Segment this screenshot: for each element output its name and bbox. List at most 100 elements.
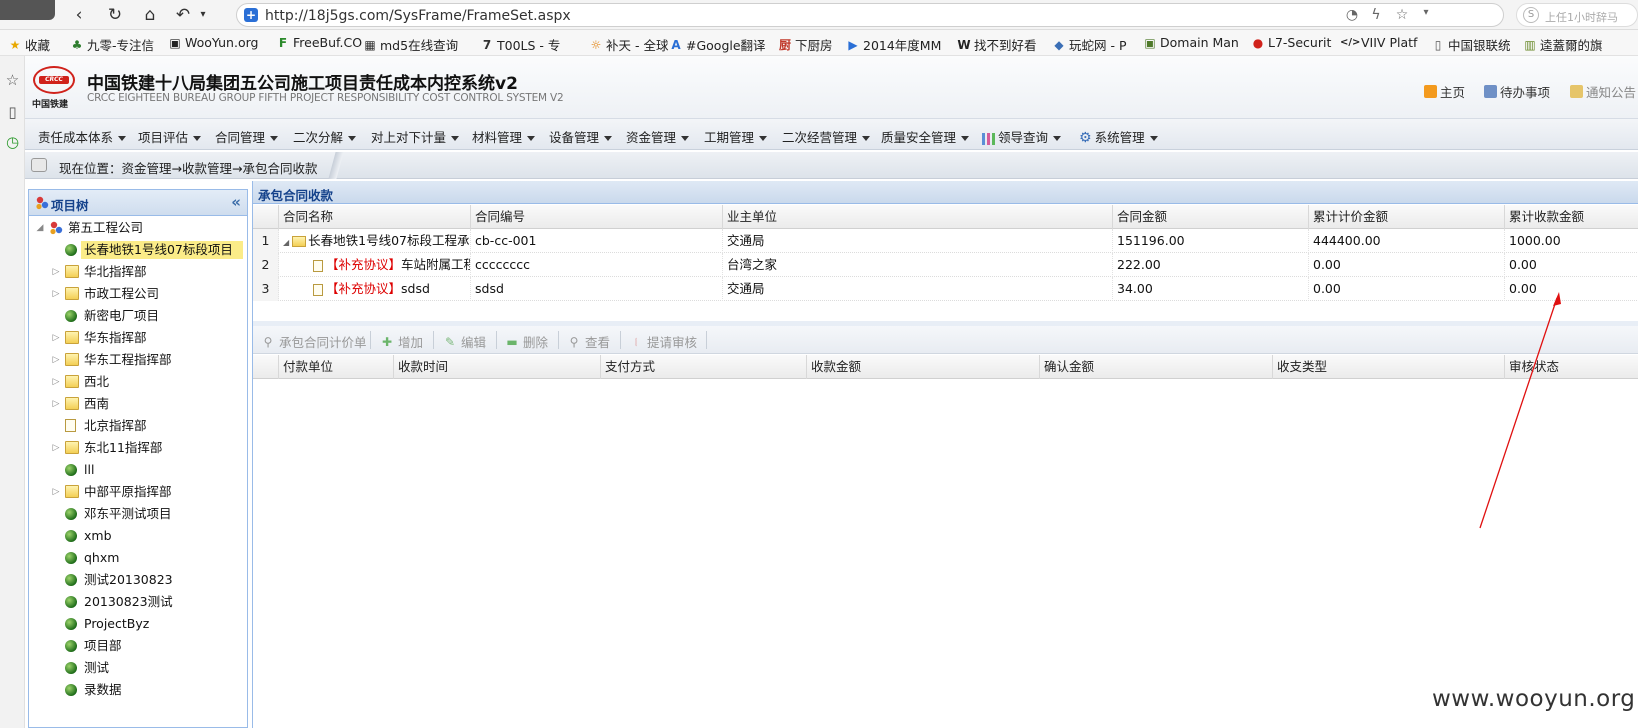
tree-node[interactable]: ◢ 第五工程公司 [29, 217, 247, 239]
valuation-button[interactable]: ⚲ 承包合同计价单 [261, 332, 367, 351]
speed-icon[interactable]: ◔ [1343, 7, 1361, 23]
undo-dropdown-icon[interactable]: ▾ [192, 4, 214, 26]
bookmark-item[interactable]: ♣ 九零-专注信 [70, 35, 154, 54]
tree-node[interactable]: ▷ 中部平原指挥部 [29, 481, 247, 503]
refresh-icon[interactable]: ↻ [104, 4, 126, 26]
expand-arrow-icon[interactable]: ▷ [51, 265, 61, 279]
menu-item[interactable]: 二次分解 [293, 127, 357, 146]
expand-arrow-icon[interactable]: ▷ [51, 375, 61, 389]
tree-node[interactable]: ▷ 东北11指挥部 [29, 437, 247, 459]
tree-node[interactable]: 长春地铁1号线07标段项目 [29, 239, 247, 261]
menu-item[interactable]: 设备管理 [549, 127, 613, 146]
menu-item[interactable]: 责任成本体系 [38, 127, 127, 146]
expand-arrow-icon[interactable]: ▷ [51, 485, 61, 499]
search-input[interactable]: 上任1小时辞马 [1545, 9, 1618, 25]
tree-node[interactable]: ▷ 华东工程指挥部 [29, 349, 247, 371]
menu-item[interactable]: 对上对下计量 [371, 127, 460, 146]
menu-item[interactable]: 项目评估 [138, 127, 202, 146]
column-header[interactable]: 审核状态 [1505, 355, 1638, 379]
column-header[interactable]: 付款单位 [279, 355, 394, 379]
bookmark-item[interactable]: ◆ 玩蛇网 - P [1052, 35, 1126, 54]
expand-arrow-icon[interactable]: ▷ [51, 287, 61, 301]
column-header[interactable]: 累计收款金额 [1505, 205, 1638, 229]
bookmark-item[interactable]: ▦ md5在线查询 [363, 35, 458, 54]
tree-node[interactable]: ProjectByz [29, 613, 247, 635]
bookmark-item[interactable]: ▯ 中国银联统 [1431, 35, 1511, 54]
menu-item[interactable]: 合同管理 [215, 127, 279, 146]
column-header[interactable]: 合同编号 [471, 205, 723, 229]
home-icon[interactable]: ⌂ [139, 4, 161, 26]
menu-item[interactable]: 领导查询 [982, 127, 1062, 146]
expanded-arrow-icon[interactable]: ◢ [35, 221, 45, 235]
tree-node[interactable]: ▷ 市政工程公司 [29, 283, 247, 305]
tree-node[interactable]: 测试20130823 [29, 569, 247, 591]
bookmark-item[interactable]: ▶ 2014年度MM [846, 35, 941, 54]
add-button[interactable]: ✚ 增加 [380, 332, 423, 351]
bookmark-item[interactable]: ☼ 补天 - 全球 [589, 35, 669, 54]
column-header[interactable]: 确认金额 [1040, 355, 1273, 379]
tree-node[interactable]: 20130823测试 [29, 591, 247, 613]
search-box[interactable]: S 上任1小时辞马 [1516, 3, 1638, 27]
bookmark-item[interactable]: ● L7-Securit [1251, 35, 1332, 50]
history-clock-icon[interactable]: ◷ [4, 134, 21, 151]
menu-item[interactable]: 材料管理 [472, 127, 536, 146]
menu-item[interactable]: 工期管理 [704, 127, 768, 146]
column-header[interactable]: 收支类型 [1273, 355, 1505, 379]
tree-node[interactable]: 北京指挥部 [29, 415, 247, 437]
bookmark-item[interactable]: </> VIIV Platf [1340, 35, 1417, 50]
tree-node[interactable]: xmb [29, 525, 247, 547]
column-header[interactable]: 收款时间 [394, 355, 601, 379]
expand-arrow-icon[interactable]: ▷ [51, 353, 61, 367]
tree-node[interactable]: 项目部 [29, 635, 247, 657]
table-row[interactable]: 1 ◢ 长春地铁1号线07标段工程承包 cb-cc-001 交通局 151196.00 44… [253, 229, 1638, 253]
browser-app-icon[interactable] [0, 0, 55, 20]
submit-review-button[interactable]: ⧙ 提请审核 [629, 332, 697, 351]
menu-item[interactable]: 资金管理 [626, 127, 690, 146]
expand-arrow-icon[interactable]: ▷ [51, 397, 61, 411]
column-header[interactable]: 合同金额 [1113, 205, 1309, 229]
tree-node[interactable]: ▷ 华东指挥部 [29, 327, 247, 349]
tree-node[interactable]: ▷ 华北指挥部 [29, 261, 247, 283]
expand-arrow-icon[interactable]: ▷ [51, 331, 61, 345]
column-header[interactable]: 支付方式 [601, 355, 807, 379]
back-icon[interactable]: ‹ [68, 4, 90, 26]
bookmark-item[interactable]: ▣ Domain Man [1143, 35, 1239, 50]
address-bar[interactable]: + http://18j5gs.com/SysFrame/FrameSet.as… [236, 3, 1504, 27]
tree-node[interactable]: 测试 [29, 657, 247, 679]
undo-icon[interactable]: ↶ [172, 4, 194, 26]
tablet-icon[interactable]: ▯ [4, 104, 21, 121]
expanded-arrow-icon[interactable]: ◢ [283, 238, 289, 247]
tree-node[interactable]: ▷ 西南 [29, 393, 247, 415]
column-header[interactable]: 累计计价金额 [1309, 205, 1505, 229]
view-button[interactable]: ⚲ 查看 [567, 332, 610, 351]
bookmark-item[interactable]: 7 T00LS - 专 [480, 35, 561, 54]
column-header[interactable]: 收款金额 [807, 355, 1040, 379]
home-link[interactable]: 主页 [1424, 82, 1465, 101]
bookmark-item[interactable]: ★ 收藏 [8, 35, 50, 54]
delete-button[interactable]: ▬ 删除 [505, 332, 548, 351]
menu-item[interactable]: 二次经营管理 [782, 127, 871, 146]
expand-arrow-icon[interactable]: ▷ [51, 441, 61, 455]
bookmark-item[interactable]: F FreeBuf.CO [276, 35, 362, 50]
notice-link[interactable]: 通知公告 [1570, 82, 1636, 101]
bookmark-item[interactable]: ▣ WooYun.org [168, 35, 258, 50]
tree-node[interactable]: 邓东平测试项目 [29, 503, 247, 525]
favorites-star-icon[interactable]: ☆ [4, 72, 21, 89]
url-text[interactable]: http://18j5gs.com/SysFrame/FrameSet.aspx [265, 8, 571, 24]
lightning-icon[interactable]: ϟ [1367, 7, 1385, 23]
collapse-icon[interactable]: « [231, 193, 241, 211]
tree-node[interactable]: lll [29, 459, 247, 481]
menu-item[interactable]: ⚙ 系统管理 [1079, 127, 1158, 146]
bookmark-item[interactable]: ▥ 逵蓋爾的旗 [1523, 35, 1602, 54]
column-header[interactable]: 业主单位 [723, 205, 1113, 229]
tree-node[interactable]: 录数据 [29, 679, 247, 701]
table-row[interactable]: 2 【补充协议】车站附属工程 cccccccc 台湾之家 222.00 0.00 0.00 [253, 253, 1638, 277]
bookmark-star-icon[interactable]: ☆ [1393, 7, 1411, 23]
address-dropdown-icon[interactable]: ▾ [1417, 7, 1435, 18]
tree-node[interactable]: 新密电厂项目 [29, 305, 247, 327]
menu-item[interactable]: 质量安全管理 [881, 127, 970, 146]
bookmark-item[interactable]: A #Google翻译 [669, 35, 765, 54]
todo-link[interactable]: 待办事项 [1484, 82, 1550, 101]
tree-node[interactable]: qhxm [29, 547, 247, 569]
bookmark-item[interactable]: 厨下厨房 [778, 35, 833, 54]
